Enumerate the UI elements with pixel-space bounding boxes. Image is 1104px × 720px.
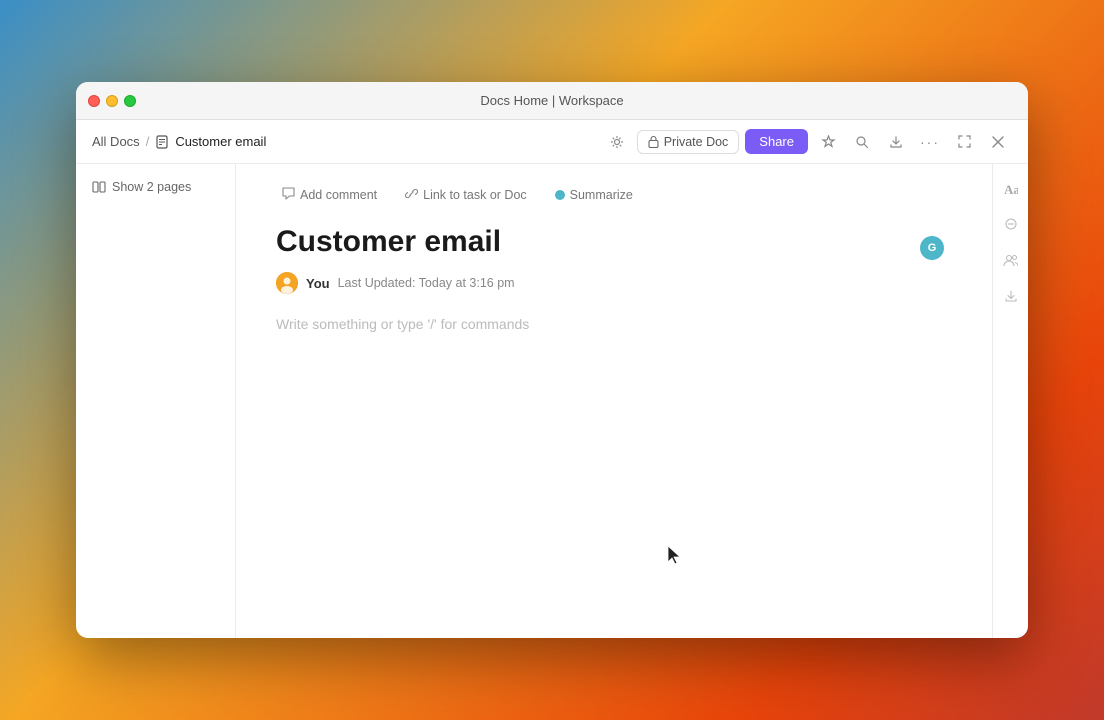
author-row: You Last Updated: Today at 3:16 pm bbox=[276, 272, 952, 294]
star-icon-btn[interactable] bbox=[814, 128, 842, 156]
share-users-icon-btn[interactable] bbox=[997, 246, 1025, 274]
last-updated: Last Updated: Today at 3:16 pm bbox=[338, 276, 515, 290]
summarize-button[interactable]: Summarize bbox=[549, 185, 639, 205]
settings-icon-btn[interactable] bbox=[603, 128, 631, 156]
breadcrumb-all-docs[interactable]: All Docs bbox=[92, 134, 140, 149]
expand-icon-btn[interactable] bbox=[997, 210, 1025, 238]
doc-area[interactable]: Add comment Link to task or Doc Summariz… bbox=[236, 164, 992, 638]
minimize-button[interactable] bbox=[106, 95, 118, 107]
maximize-button[interactable] bbox=[124, 95, 136, 107]
doc-icon bbox=[155, 135, 169, 149]
add-comment-label: Add comment bbox=[300, 188, 377, 202]
traffic-lights bbox=[88, 95, 136, 107]
download-icon-btn[interactable] bbox=[997, 282, 1025, 310]
close-doc-btn[interactable] bbox=[984, 128, 1012, 156]
summarize-dot bbox=[555, 190, 565, 200]
author-name: You bbox=[306, 276, 330, 291]
doc-toolbar: Add comment Link to task or Doc Summariz… bbox=[276, 184, 952, 206]
link-icon bbox=[405, 187, 418, 203]
link-task-label: Link to task or Doc bbox=[423, 188, 527, 202]
main-content: Show 2 pages Add comment bbox=[76, 164, 1028, 638]
more-options-btn[interactable]: ··· bbox=[916, 128, 944, 156]
avatar bbox=[276, 272, 298, 294]
share-button[interactable]: Share bbox=[745, 129, 808, 154]
breadcrumb-separator: / bbox=[146, 134, 150, 149]
toolbar-actions: Private Doc Share ··· bbox=[603, 128, 1012, 156]
app-window: Docs Home | Workspace All Docs / Custome… bbox=[76, 82, 1028, 638]
ai-avatar: G bbox=[920, 236, 944, 260]
window-title: Docs Home | Workspace bbox=[480, 93, 623, 108]
doc-title[interactable]: Customer email bbox=[276, 224, 952, 260]
link-task-button[interactable]: Link to task or Doc bbox=[399, 184, 533, 206]
comment-icon bbox=[282, 187, 295, 203]
add-comment-button[interactable]: Add comment bbox=[276, 184, 383, 206]
format-icon-btn[interactable]: Aa bbox=[997, 174, 1025, 202]
editor-input[interactable]: Write something or type '/' for commands bbox=[276, 314, 952, 334]
right-sidebar: Aa bbox=[992, 164, 1028, 638]
toolbar: All Docs / Customer email bbox=[76, 120, 1028, 164]
fullscreen-btn[interactable] bbox=[950, 128, 978, 156]
breadcrumb: All Docs / Customer email bbox=[92, 134, 595, 149]
private-doc-button[interactable]: Private Doc bbox=[637, 130, 740, 154]
left-sidebar: Show 2 pages bbox=[76, 164, 236, 638]
close-button[interactable] bbox=[88, 95, 100, 107]
cursor bbox=[666, 544, 682, 571]
export-icon-btn[interactable] bbox=[882, 128, 910, 156]
titlebar: Docs Home | Workspace bbox=[76, 82, 1028, 120]
summarize-label: Summarize bbox=[570, 188, 633, 202]
show-pages-label: Show 2 pages bbox=[112, 180, 191, 194]
search-icon-btn[interactable] bbox=[848, 128, 876, 156]
private-doc-label: Private Doc bbox=[664, 135, 729, 149]
show-pages-button[interactable]: Show 2 pages bbox=[86, 176, 225, 198]
breadcrumb-current-doc: Customer email bbox=[175, 134, 266, 149]
svg-text:Aa: Aa bbox=[1004, 182, 1018, 196]
